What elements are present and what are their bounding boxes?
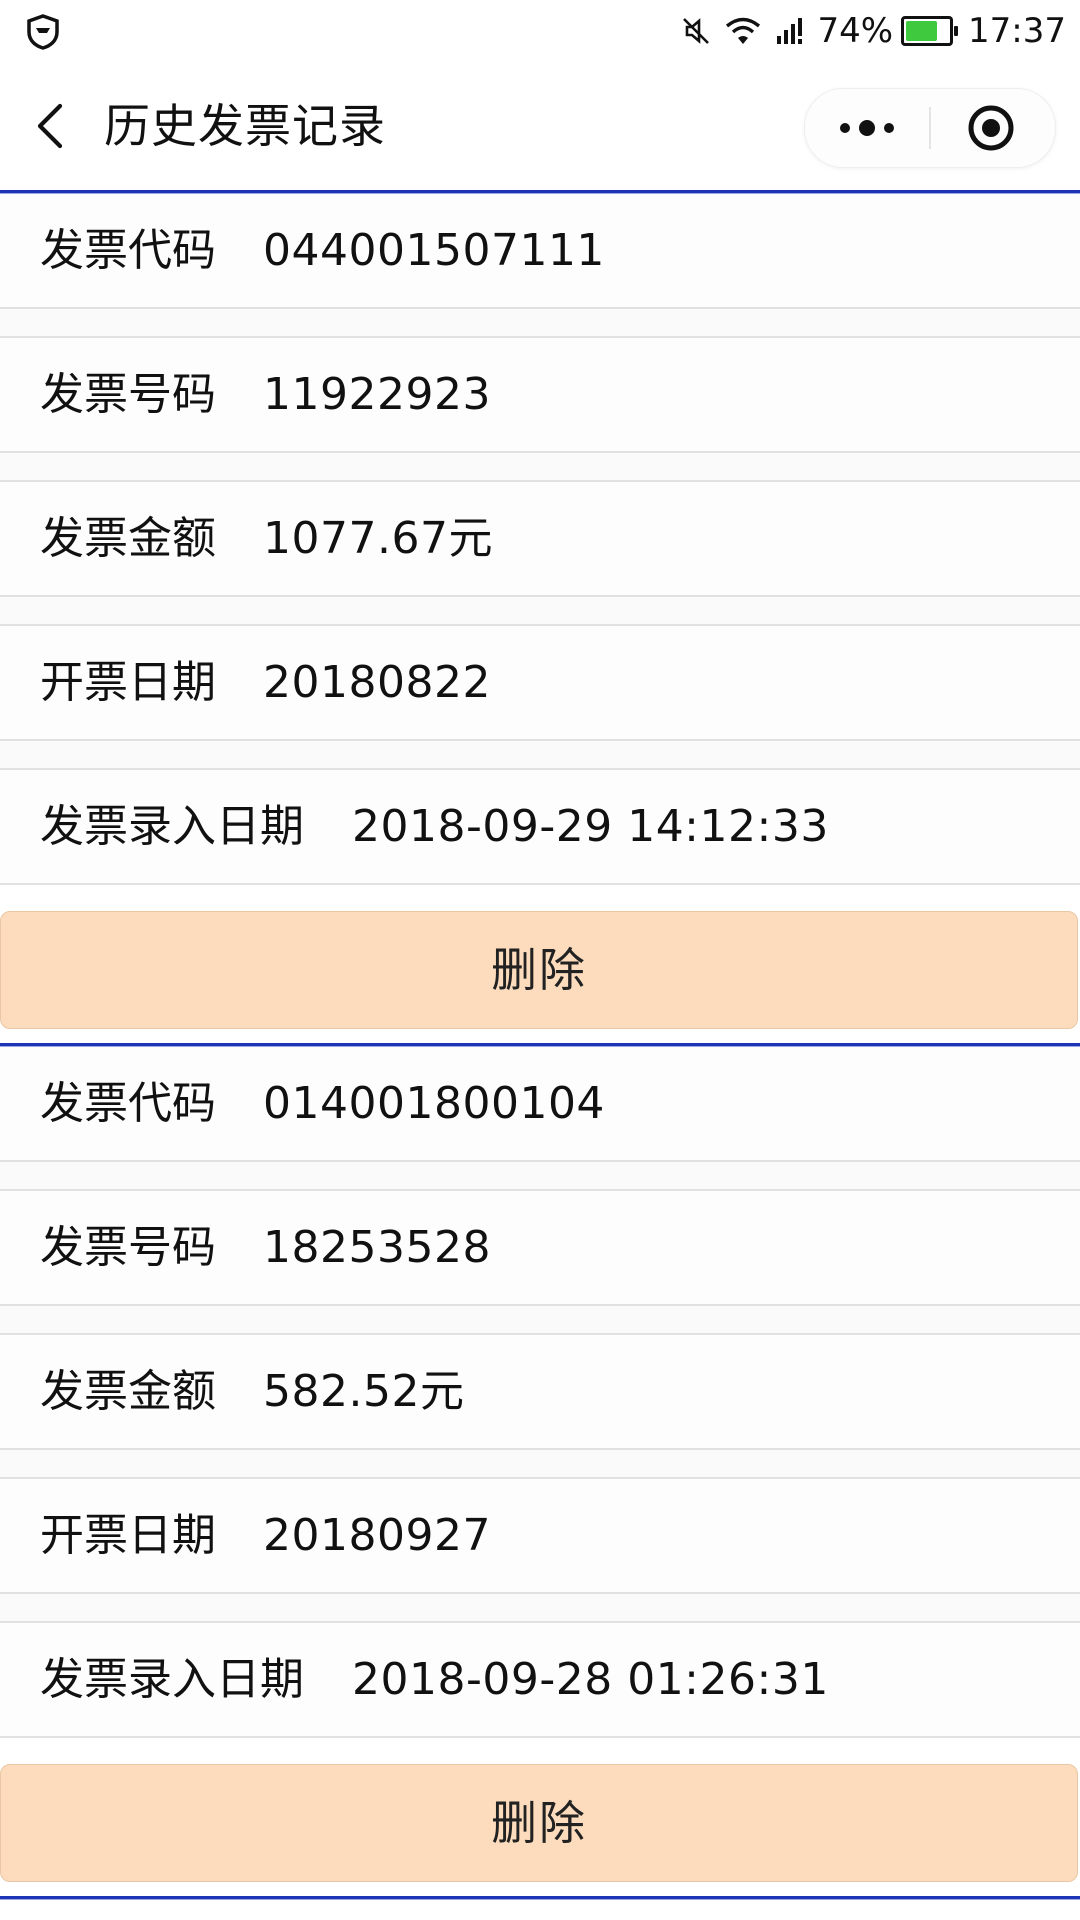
entry-date-row: 发票录入日期 2018-09-28 01:26:31 <box>0 1623 1080 1738</box>
page-title: 历史发票记录 <box>104 99 386 153</box>
issue-date-row: 开票日期 20180927 <box>0 1479 1080 1594</box>
more-dots-icon <box>840 120 894 136</box>
target-close-icon <box>968 105 1014 151</box>
row-gap <box>0 1306 1080 1335</box>
amount-row: 发票金额 1077.67元 <box>0 482 1080 597</box>
shield-icon <box>27 14 59 50</box>
status-bar: 74% 17:37 <box>0 0 1080 62</box>
invoice-number-row: 发票号码 11922923 <box>0 338 1080 453</box>
battery-icon <box>901 16 959 46</box>
invoice-code-value: 014001800104 <box>263 1078 605 1129</box>
wifi-icon <box>726 17 761 44</box>
invoice-record: 发票代码 014001800104 发票号码 18253528 发票金额 582… <box>0 1047 1080 1896</box>
invoice-number-label: 发票号码 <box>40 1222 216 1273</box>
issue-date-row: 开票日期 20180822 <box>0 626 1080 741</box>
issue-date-value: 20180927 <box>263 1510 491 1561</box>
row-gap <box>0 1450 1080 1479</box>
entry-date-label: 发票录入日期 <box>40 1654 304 1705</box>
invoice-code-value: 044001507111 <box>263 225 605 276</box>
amount-row: 发票金额 582.52元 <box>0 1335 1080 1450</box>
row-gap <box>0 1162 1080 1191</box>
record-separator <box>0 1896 1080 1900</box>
chevron-left-icon[interactable] <box>30 100 74 152</box>
row-gap <box>0 453 1080 482</box>
row-gap <box>0 1594 1080 1623</box>
entry-date-value: 2018-09-29 14:12:33 <box>352 801 829 852</box>
row-gap <box>0 309 1080 338</box>
issue-date-value: 20180822 <box>263 657 491 708</box>
amount-value: 1077.67元 <box>263 513 493 564</box>
issue-date-label: 开票日期 <box>40 1510 216 1561</box>
issue-date-label: 开票日期 <box>40 657 216 708</box>
row-gap <box>0 741 1080 770</box>
battery-percent: 74% <box>817 11 894 51</box>
signal-icon <box>777 18 803 44</box>
delete-button[interactable]: 删除 <box>0 911 1078 1029</box>
status-right: 74% 17:37 <box>667 8 1066 54</box>
nav-bar: 历史发票记录 <box>0 62 1080 190</box>
delete-button[interactable]: 删除 <box>0 1764 1078 1882</box>
delete-wrap: 删除 <box>0 1738 1080 1896</box>
invoice-code-label: 发票代码 <box>40 1078 216 1129</box>
miniprogram-capsule <box>804 88 1056 168</box>
amount-label: 发票金额 <box>40 1366 216 1417</box>
entry-date-row: 发票录入日期 2018-09-29 14:12:33 <box>0 770 1080 885</box>
row-gap <box>0 597 1080 626</box>
entry-date-label: 发票录入日期 <box>40 801 304 852</box>
amount-label: 发票金额 <box>40 513 216 564</box>
invoice-number-label: 发票号码 <box>40 369 216 420</box>
invoice-number-row: 发票号码 18253528 <box>0 1191 1080 1306</box>
invoice-record: 发票代码 044001507111 发票号码 11922923 发票金额 107… <box>0 194 1080 1043</box>
entry-date-value: 2018-09-28 01:26:31 <box>352 1654 829 1705</box>
invoice-code-row: 发票代码 044001507111 <box>0 194 1080 309</box>
clock: 17:37 <box>968 11 1066 51</box>
invoice-number-value: 11922923 <box>263 369 491 420</box>
invoice-code-label: 发票代码 <box>40 225 216 276</box>
close-button[interactable] <box>931 89 1055 167</box>
invoice-list: 发票代码 044001507111 发票号码 11922923 发票金额 107… <box>0 190 1080 1900</box>
invoice-number-value: 18253528 <box>263 1222 491 1273</box>
more-button[interactable] <box>805 89 929 167</box>
mute-icon <box>683 18 710 44</box>
amount-value: 582.52元 <box>263 1366 465 1417</box>
invoice-code-row: 发票代码 014001800104 <box>0 1047 1080 1162</box>
delete-wrap: 删除 <box>0 885 1080 1043</box>
